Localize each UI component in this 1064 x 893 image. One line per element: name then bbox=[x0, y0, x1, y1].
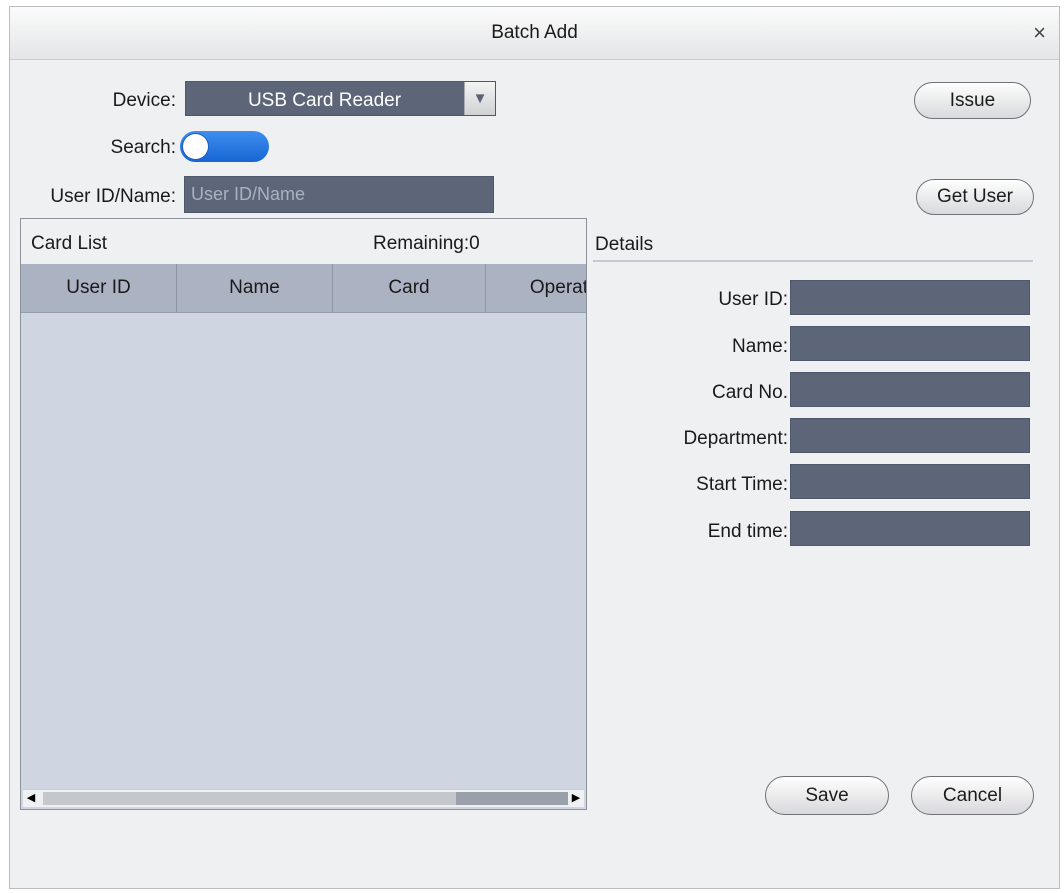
get-user-button[interactable]: Get User bbox=[916, 179, 1034, 215]
search-toggle[interactable] bbox=[180, 131, 269, 162]
detail-label-department: Department: bbox=[683, 428, 788, 449]
user-filter-label: User ID/Name: bbox=[50, 186, 176, 207]
toggle-knob bbox=[183, 134, 208, 159]
scrollbar-thumb[interactable] bbox=[43, 792, 456, 805]
column-header-name[interactable]: Name bbox=[177, 264, 333, 312]
title-bar: Batch Add × bbox=[10, 7, 1059, 60]
card-list-header: Card List Remaining:0 bbox=[21, 219, 586, 264]
card-table-body bbox=[21, 313, 586, 790]
remaining-count: Remaining:0 bbox=[373, 233, 480, 254]
cancel-button[interactable]: Cancel bbox=[911, 776, 1034, 815]
detail-label-user-id: User ID: bbox=[718, 289, 788, 310]
horizontal-scrollbar[interactable]: ◀ ▶ bbox=[23, 789, 584, 807]
detail-label-start-time: Start Time: bbox=[696, 474, 788, 495]
card-table-header: User ID Name Card Operat bbox=[21, 264, 586, 313]
search-label: Search: bbox=[110, 137, 176, 158]
user-filter-input[interactable] bbox=[184, 176, 494, 213]
arrow-right-icon[interactable]: ▶ bbox=[568, 790, 584, 807]
detail-field-name[interactable] bbox=[790, 326, 1030, 361]
detail-label-card-no: Card No. bbox=[711, 382, 788, 403]
detail-field-user-id[interactable] bbox=[790, 280, 1030, 315]
save-button[interactable]: Save bbox=[765, 776, 889, 815]
arrow-left-icon[interactable]: ◀ bbox=[23, 790, 39, 807]
device-label: Device: bbox=[112, 90, 176, 111]
details-title: Details bbox=[595, 234, 654, 255]
scrollbar-track[interactable] bbox=[456, 792, 568, 805]
detail-field-start-time[interactable] bbox=[790, 464, 1030, 499]
detail-label-end-time: End time: bbox=[707, 521, 788, 542]
issue-button[interactable]: Issue bbox=[914, 82, 1031, 119]
column-header-user-id[interactable]: User ID bbox=[21, 264, 177, 312]
device-select-value: USB Card Reader bbox=[247, 90, 402, 111]
card-list-title: Card List bbox=[31, 233, 108, 254]
dialog-title: Batch Add bbox=[491, 22, 578, 43]
card-list-panel: Card List Remaining:0 User ID Name Card … bbox=[20, 218, 587, 810]
details-divider bbox=[593, 260, 1033, 262]
detail-field-department[interactable] bbox=[790, 418, 1030, 453]
detail-label-name: Name: bbox=[732, 336, 788, 357]
triangle-down-icon[interactable]: ▼ bbox=[464, 82, 495, 115]
close-icon[interactable]: × bbox=[1033, 20, 1046, 46]
detail-field-end-time[interactable] bbox=[790, 511, 1030, 546]
detail-field-card-no[interactable] bbox=[790, 372, 1030, 407]
column-header-card[interactable]: Card bbox=[333, 264, 486, 312]
column-header-operation[interactable]: Operat bbox=[486, 264, 586, 312]
device-select[interactable]: USB Card Reader ▼ bbox=[185, 81, 496, 116]
